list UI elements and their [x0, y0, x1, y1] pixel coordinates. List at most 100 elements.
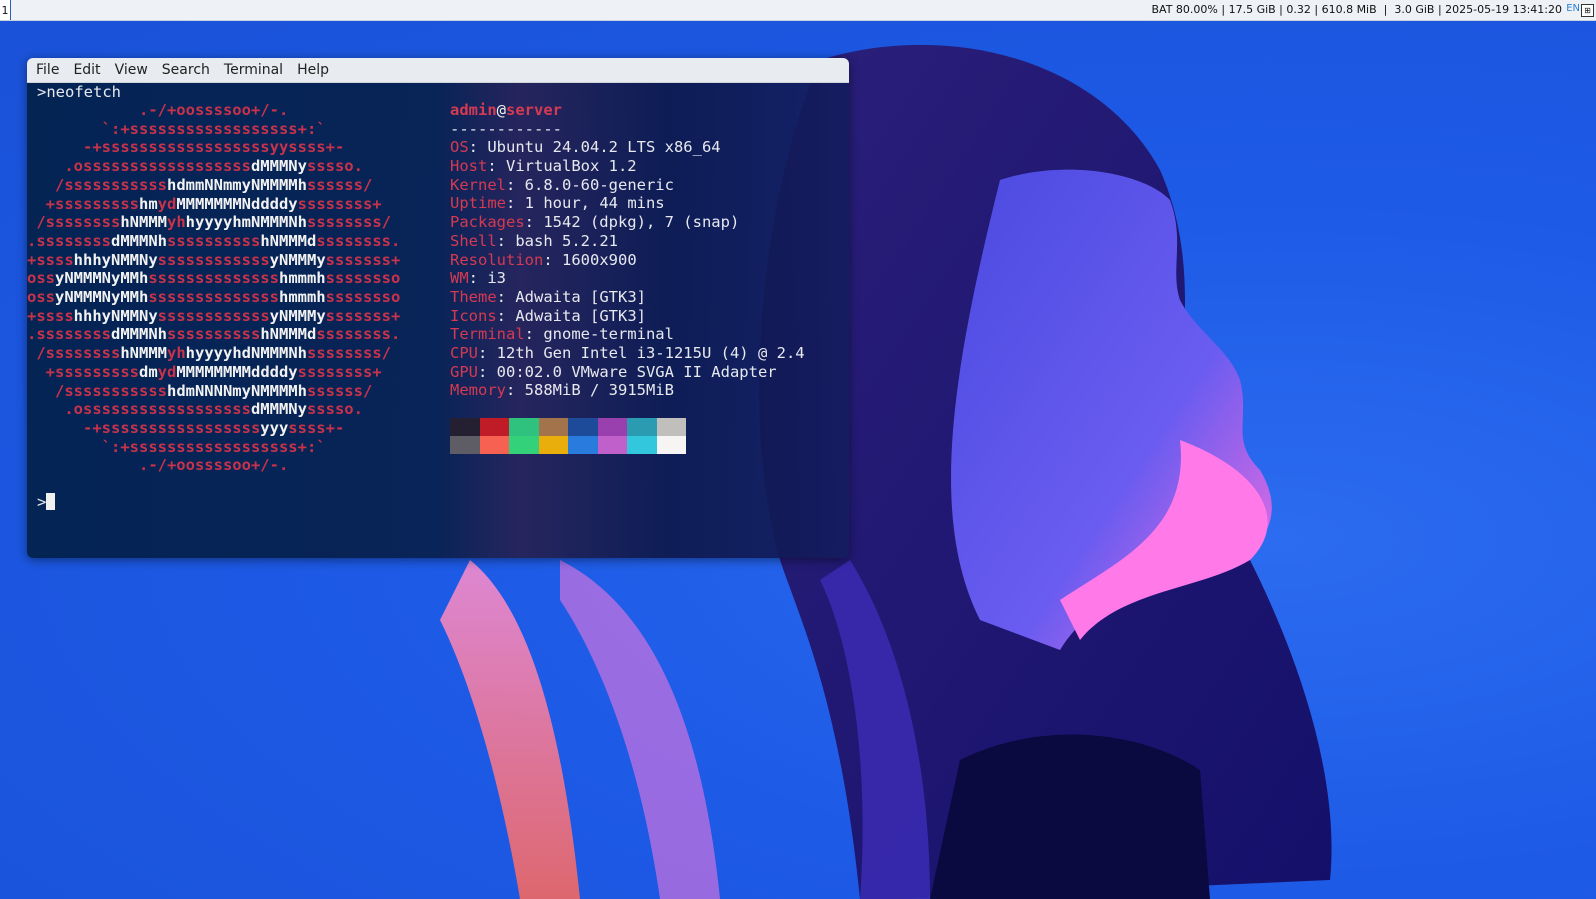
- logo-segment: /ssssssss: [27, 213, 121, 232]
- logo-segment: .-/+oossssoo+/-.: [27, 456, 429, 475]
- logo-line: .ossssssssssssssssssdMMMNysssso.: [27, 157, 438, 176]
- logo-segment: yd: [157, 194, 177, 213]
- logo-segment: ssssssssssss: [157, 306, 270, 325]
- info-row: WM: i3: [450, 269, 805, 288]
- menu-terminal[interactable]: Terminal: [217, 62, 290, 78]
- color-swatch: [450, 436, 480, 454]
- logo-segment: hm: [138, 194, 158, 213]
- logo-segment: hhhyNMMNy: [73, 250, 158, 269]
- color-swatch: [597, 436, 627, 454]
- info-row: Memory: 588MiB / 3915MiB: [450, 381, 805, 400]
- logo-line: +sssssssssdmydMMMMMMMMddddyssssssss+: [27, 363, 438, 382]
- hostname: server: [506, 101, 563, 119]
- prompt-line[interactable]: >: [37, 493, 56, 512]
- logo-segment: dMMMNy: [250, 400, 307, 419]
- info-row: Packages: 1542 (dpkg), 7 (snap): [450, 213, 805, 232]
- info-row: Icons: Adwaita [GTK3]: [450, 307, 805, 326]
- logo-segment: +sssssssss: [27, 194, 139, 213]
- logo-segment: /sssssssssss: [27, 175, 167, 194]
- info-key: CPU: [450, 343, 478, 362]
- logo-segment: -+sssssssssssssssss: [27, 418, 261, 437]
- logo-segment: MMMMMMMMddddy: [176, 362, 298, 381]
- logo-line: .ossssssssssssssssssdMMMNysssso.: [27, 400, 438, 419]
- logo-segment: ssssss/: [306, 175, 429, 194]
- logo-segment: hdmmNNmmyNMMMMh: [166, 175, 307, 194]
- logo-segment: ssssssssssssss: [148, 288, 279, 307]
- keyboard-language[interactable]: EN: [1566, 3, 1580, 14]
- info-key: WM: [450, 269, 469, 288]
- logo-segment: hNMMM: [120, 344, 167, 363]
- info-row: Theme: Adwaita [GTK3]: [450, 288, 805, 307]
- color-swatch: [538, 418, 568, 436]
- info-value: : 1 hour, 44 mins: [506, 194, 665, 213]
- menu-view[interactable]: View: [108, 62, 155, 78]
- logo-line: .-/+oossssoo+/-.: [27, 101, 438, 120]
- logo-segment: dm: [138, 362, 158, 381]
- info-row: Terminal: gnome-terminal: [450, 325, 805, 344]
- logo-segment: yNMMMNyMMh: [55, 288, 149, 307]
- color-swatch: [450, 418, 480, 436]
- logo-segment: ssssssss+: [297, 362, 429, 381]
- info-value: : 1542 (dpkg), 7 (snap): [524, 213, 740, 232]
- menu-help[interactable]: Help: [290, 62, 336, 78]
- at-sign: @: [496, 101, 507, 119]
- menu-file[interactable]: File: [29, 62, 66, 78]
- logo-segment: .ssssssss: [27, 325, 111, 344]
- logo-segment: ssss+-: [288, 418, 429, 437]
- logo-segment: ssssssso: [325, 288, 438, 307]
- logo-segment: hmmmh: [278, 269, 326, 288]
- menu-search[interactable]: Search: [155, 62, 217, 78]
- info-value: : i3: [468, 269, 506, 288]
- menu-edit[interactable]: Edit: [66, 62, 107, 78]
- logo-line: `:+ssssssssssssssssss+:`: [27, 120, 438, 139]
- logo-line: -+sssssssssssssssssyyyssss+-: [27, 419, 438, 438]
- logo-segment: .ossssssssssssssssss: [27, 400, 251, 419]
- logo-segment: dMMMNh: [111, 325, 167, 344]
- color-swatch: [656, 436, 686, 454]
- logo-line: /ssssssssssshdmmNNmmyNMMMMhssssss/: [27, 176, 438, 195]
- network-icon[interactable]: ⊞: [1581, 4, 1594, 17]
- info-row: Kernel: 6.8.0-60-generic: [450, 176, 805, 195]
- info-key: Memory: [450, 381, 506, 400]
- info-row: Uptime: 1 hour, 44 mins: [450, 194, 805, 213]
- logo-segment: ssssssss+: [297, 194, 429, 213]
- info-key: GPU: [450, 362, 478, 381]
- logo-segment: sssssss+: [325, 306, 438, 325]
- logo-segment: yd: [157, 362, 177, 381]
- logo-segment: hNMMMd: [260, 231, 317, 250]
- logo-line: /sssssssshNMMMyhhyyyyhdNMMMNhssssssss/: [27, 344, 438, 363]
- logo-segment: ssssssssssss: [157, 250, 270, 269]
- color-swatch: [479, 436, 509, 454]
- logo-segment: yNMMMy: [269, 306, 326, 325]
- logo-segment: hNMMMd: [260, 325, 317, 344]
- workspace-indicator[interactable]: 1: [0, 0, 11, 20]
- logo-segment: yNMMMNyMMh: [55, 269, 149, 288]
- logo-segment: hNMMM: [120, 213, 167, 232]
- logo-line: .ssssssssdMMMNhsssssssssshNMMMdssssssss.: [27, 232, 438, 251]
- info-key: Uptime: [450, 194, 506, 213]
- logo-segment: hdmNNNNmyNMMMMh: [166, 381, 307, 400]
- logo-segment: /ssssssss: [27, 344, 121, 363]
- terminal-output[interactable]: >neofetch .-/+oossssoo+/-. `:+ssssssssss…: [27, 83, 849, 558]
- info-value: : 1600x900: [543, 250, 637, 269]
- logo-segment: ssssssss.: [316, 231, 438, 250]
- logo-segment: +sssssssss: [27, 362, 139, 381]
- logo-segment: dMMMNy: [250, 157, 307, 176]
- terminal-window[interactable]: File Edit View Search Terminal Help >neo…: [27, 58, 849, 558]
- logo-segment: oss: [27, 269, 55, 288]
- logo-segment: sssso.: [306, 157, 429, 176]
- info-row: Shell: bash 5.2.21: [450, 232, 805, 251]
- info-key: Host: [450, 157, 488, 176]
- logo-segment: ssssss/: [306, 381, 429, 400]
- logo-segment: sssssss+: [325, 250, 438, 269]
- info-row: CPU: 12th Gen Intel i3-1215U (4) @ 2.4: [450, 344, 805, 363]
- info-row: Resolution: 1600x900: [450, 251, 805, 270]
- info-key: Kernel: [450, 175, 506, 194]
- logo-line: +ssssssssshmydMMMMMMMNddddyssssssss+: [27, 195, 438, 214]
- color-swatch: [509, 418, 539, 436]
- ubuntu-ascii-logo: .-/+oossssoo+/-. `:+ssssssssssssssssss+:…: [27, 101, 438, 475]
- logo-segment: .ossssssssssssssssss: [27, 157, 251, 176]
- color-swatch: [568, 418, 598, 436]
- logo-segment: ssssssso: [325, 269, 438, 288]
- logo-segment: .ssssssss: [27, 231, 111, 250]
